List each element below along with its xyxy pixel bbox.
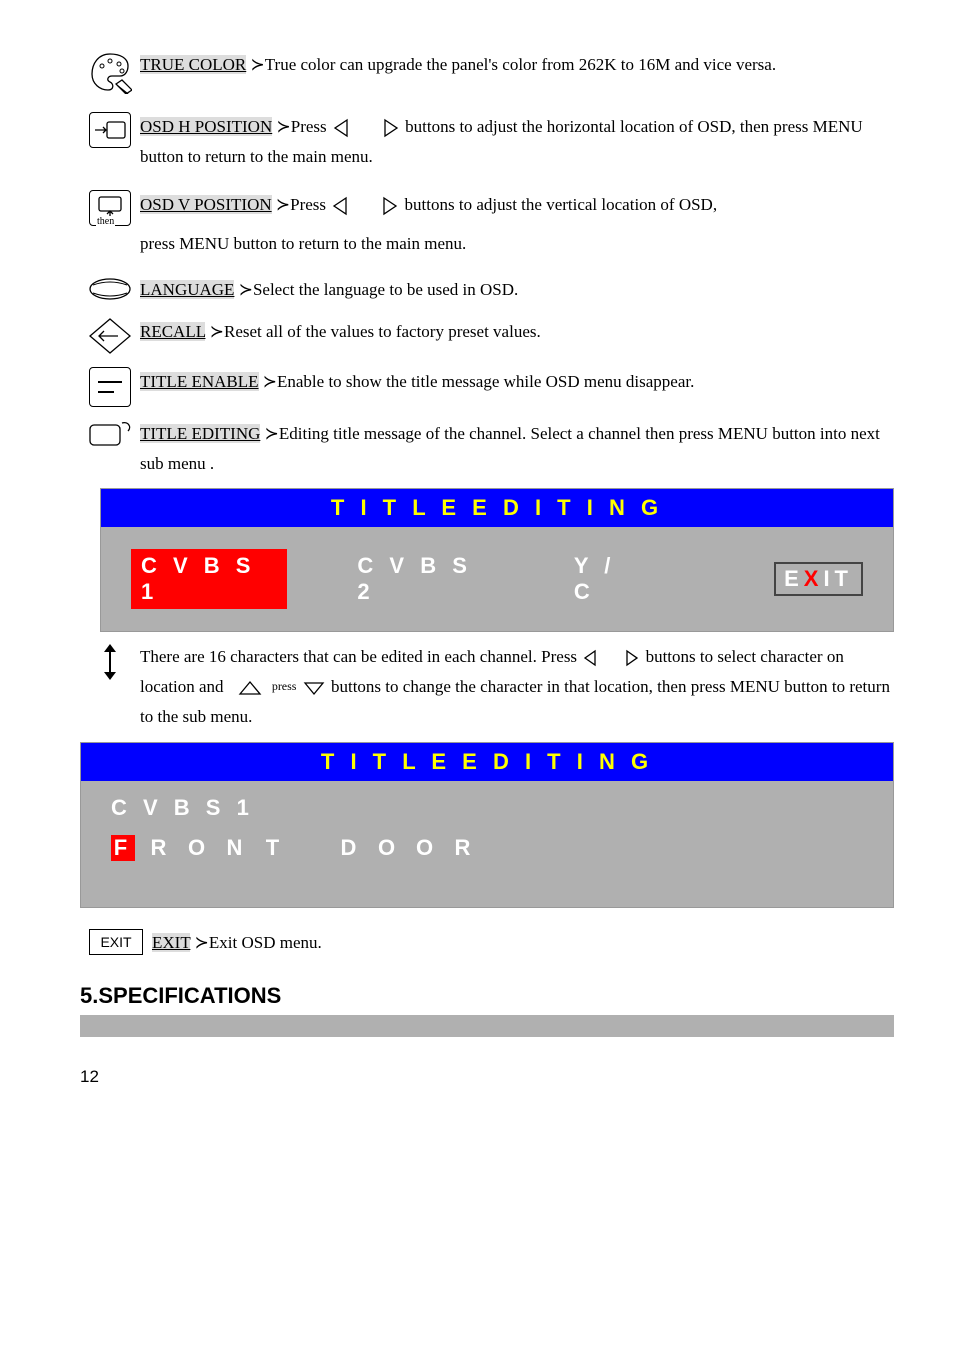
osd-option-cvbs2[interactable]: C V B S 2 <box>347 549 503 609</box>
down-small-icon <box>301 679 327 697</box>
osd-v-label: OSD V POSITION <box>140 195 272 214</box>
osd-h-icon <box>89 112 131 148</box>
language-label: LANGUAGE <box>140 280 234 299</box>
arrow-glyph: ≻ <box>195 933 209 952</box>
osd-char-9[interactable]: R <box>453 835 477 861</box>
arrow-glyph: ≻ <box>210 322 224 341</box>
osd-char-6[interactable]: D <box>339 835 363 861</box>
osd-exit-button[interactable]: EXIT <box>774 562 863 596</box>
note-p1: There are 16 characters that can be edit… <box>140 647 577 666</box>
exit-desc: Exit OSD menu. <box>209 933 322 952</box>
up-down-arrow-icon <box>101 642 119 682</box>
title-enable-desc: Enable to show the title message while O… <box>277 372 694 391</box>
left-right-arrows-icon <box>330 196 400 216</box>
osd-panel-title-editing: T I T L E E D I T I N G C V B S 1 C V B … <box>100 488 894 632</box>
arrow-glyph: ≻ <box>265 424 279 443</box>
osd-char-1[interactable]: R <box>149 835 173 861</box>
osd-char-4[interactable]: T <box>263 835 287 861</box>
arrow-glyph: ≻ <box>251 55 265 74</box>
title-editing-label: TITLE EDITING <box>140 424 260 443</box>
osd-panel-char-edit: T I T L E E D I T I N G C V B S 1 F R O … <box>80 742 894 908</box>
osd-char-8[interactable]: O <box>415 835 439 861</box>
title-enable-icon <box>89 367 131 407</box>
specifications-heading: 5.SPECIFICATIONS <box>80 983 894 1009</box>
osd-char-3[interactable]: N <box>225 835 249 861</box>
osd-header: T I T L E E D I T I N G <box>101 489 893 527</box>
language-desc: Select the language to be used in OSD. <box>253 280 518 299</box>
exit-label: EXIT <box>152 933 190 952</box>
arrow-glyph: ≻ <box>239 280 253 299</box>
true-color-label: TRUE COLOR <box>140 55 246 74</box>
osd-h-label: OSD H POSITION <box>140 117 272 136</box>
title-editing-icon <box>88 419 132 449</box>
section-divider-bar <box>80 1015 894 1037</box>
osd-v-icon: then <box>89 190 131 226</box>
exit-button-icon: EXIT <box>89 929 142 955</box>
palette-icon <box>88 50 132 94</box>
arrow-glyph: ≻ <box>276 195 290 214</box>
osd-char-0[interactable]: F <box>111 835 135 861</box>
osd-v-desc3: press MENU button to return to the main … <box>140 229 894 259</box>
osd-char-5[interactable] <box>301 835 325 861</box>
title-enable-label: TITLE ENABLE <box>140 372 259 391</box>
recall-label: RECALL <box>140 322 205 341</box>
then-label: then <box>96 216 115 227</box>
arrow-glyph: ≻ <box>276 117 290 136</box>
osd-h-press: Press <box>291 117 327 136</box>
osd-channel-label: C V B S 1 <box>111 795 863 821</box>
recall-icon <box>88 317 132 355</box>
true-color-desc: True color can upgrade the panel's color… <box>265 55 776 74</box>
language-icon <box>87 275 133 303</box>
recall-desc: Reset all of the values to factory prese… <box>224 322 541 341</box>
osd-char-2[interactable]: O <box>187 835 211 861</box>
osd-option-yc[interactable]: Y / C <box>564 549 654 609</box>
osd-v-desc2: buttons to adjust the vertical location … <box>405 195 718 214</box>
left-right-arrows-icon <box>331 118 401 138</box>
osd-v-press: Press <box>290 195 326 214</box>
osd-char-7[interactable]: O <box>377 835 401 861</box>
up-down-small-icon <box>228 678 272 698</box>
osd-char-row[interactable]: F R O N T D O O R <box>111 835 863 861</box>
left-right-arrows-icon <box>581 649 641 667</box>
osd-header-2: T I T L E E D I T I N G <box>81 743 893 781</box>
arrow-glyph: ≻ <box>263 372 277 391</box>
osd-option-cvbs1[interactable]: C V B S 1 <box>131 549 287 609</box>
page-number: 12 <box>80 1067 894 1087</box>
